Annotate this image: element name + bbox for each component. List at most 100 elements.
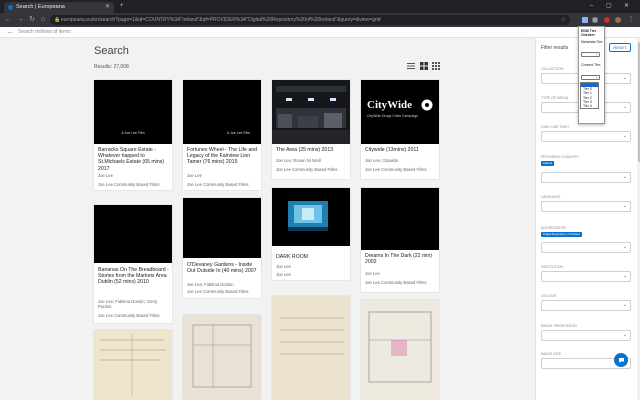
card-title[interactable]: Dreams In The Dark (22 min) 2002 (365, 253, 436, 265)
filter-rights-label: CAN I USE THIS? (541, 125, 570, 129)
filter-country-chip[interactable]: Ireland (541, 161, 555, 166)
browser-tab-bar: Search | Europeana ✕ + – ▢ ✕ (0, 0, 640, 13)
search-input[interactable]: Search millions of items (18, 27, 71, 38)
card-thumbnail[interactable] (272, 80, 350, 144)
chevron-down-icon: ⌄ (595, 52, 598, 56)
metadata-tier-select[interactable]: ⌄ (581, 52, 600, 57)
filter-institution-label: INSTITUTION (541, 265, 563, 269)
filter-institution-select[interactable]: ⌄ (541, 271, 631, 282)
card-title[interactable]: Citywide (13mins) 2011 (365, 147, 436, 153)
result-card[interactable] (183, 315, 261, 400)
card-creator: Joe Lee; Citywide (365, 158, 399, 163)
card-provider: Joe Lee Community Based Films (98, 313, 160, 318)
reset-button[interactable]: RESET (609, 43, 631, 52)
card-title[interactable]: Bananas On The Breadboard - Stories from… (98, 267, 169, 286)
maximize-icon[interactable]: ▢ (606, 0, 612, 13)
card-creator: Joe Lee (276, 264, 291, 269)
card-creator: Joe Lee (365, 271, 380, 276)
chevron-down-icon: ⌄ (622, 244, 627, 250)
extension-icon[interactable] (582, 17, 588, 23)
chat-button[interactable] (614, 353, 628, 367)
filter-country-label: PROVIDING COUNTRY (541, 155, 579, 159)
minimize-icon[interactable]: – (590, 0, 593, 13)
filter-country-select[interactable]: ⌄ (541, 172, 631, 183)
filter-language-label: LANGUAGE (541, 195, 561, 199)
citywide-logo-icon (421, 99, 433, 111)
filter-aggregator-select[interactable]: ⌄ (541, 242, 631, 253)
tier-option[interactable]: Tier 4 (581, 104, 598, 108)
result-card[interactable]: A Joe Lee Film Fortunes Wheel - The Life… (183, 80, 261, 190)
filter-colour-select[interactable]: ⌄ (541, 300, 631, 311)
card-title[interactable]: Fortunes Wheel - The Life and Legacy of … (187, 147, 258, 166)
forward-icon[interactable]: → (15, 15, 25, 25)
popup-title: EDM Tier Checker (581, 29, 597, 38)
filter-language-select[interactable]: ⌄ (541, 201, 631, 212)
card-title[interactable]: O'Devaney Gardens - Inside Out Outside I… (187, 262, 258, 274)
browser-tab[interactable]: Search | Europeana ✕ (4, 2, 114, 13)
card-creator: Joe Lee; Fidelma Donlon; Gerry Purdon (98, 299, 158, 309)
result-card[interactable]: Bananas On The Breadboard - Stories from… (94, 205, 172, 323)
result-card[interactable] (94, 330, 172, 400)
filter-aggregator-label: AGGREGATOR (541, 226, 566, 230)
chevron-down-icon: ⌄ (595, 75, 598, 79)
result-card[interactable]: CityWide CityWide Drugs Crisis Campaign … (361, 80, 439, 179)
grid-view-icon[interactable] (420, 62, 428, 70)
extension-red-icon[interactable] (604, 17, 610, 23)
filter-orientation-label: IMAGE ORIENTATION (541, 324, 577, 328)
manuscript-image (94, 330, 172, 400)
new-tab-icon[interactable]: + (120, 0, 124, 13)
bookmark-star-icon[interactable]: ☆ (561, 15, 566, 25)
close-window-icon[interactable]: ✕ (624, 0, 629, 13)
result-card[interactable]: A Joe Lee Film Barracks Square Estate - … (94, 80, 172, 190)
card-title[interactable]: Barracks Square Estate - Whatever happed… (98, 147, 169, 172)
content-tier-select[interactable]: ⌄ (581, 75, 600, 80)
filter-type-label: TYPE OF MEDIA (541, 96, 569, 100)
card-provider: Joe Lee Community Based Films (187, 289, 249, 294)
chrome-menu-icon[interactable]: ⋮ (626, 15, 636, 25)
close-tab-icon[interactable]: ✕ (105, 2, 110, 13)
card-provider: Joe Lee (276, 272, 291, 277)
thumbnail-caption: A Joe Lee Film (227, 131, 251, 135)
address-bar[interactable]: 🔒 europeana.eu/en/search?page=1&qf=COUNT… (50, 15, 570, 25)
card-thumbnail[interactable] (361, 188, 439, 250)
card-thumbnail[interactable] (272, 188, 350, 246)
reload-icon[interactable]: ↻ (27, 15, 37, 25)
card-thumbnail[interactable]: A Joe Lee Film (183, 80, 261, 144)
manuscript-image (272, 296, 350, 400)
result-card[interactable]: DARK ROOM Joe Lee Joe Lee (272, 188, 350, 280)
extension-puzzle-icon[interactable] (592, 17, 598, 23)
mosaic-view-icon[interactable] (432, 62, 440, 70)
card-provider: Joe Lee Community Based Films (365, 280, 427, 285)
manuscript-image (183, 315, 261, 400)
dark-room-image (272, 188, 350, 246)
card-thumbnail[interactable]: CityWide CityWide Drugs Crisis Campaign (361, 80, 439, 144)
list-view-icon[interactable] (407, 62, 415, 70)
card-thumbnail[interactable] (94, 205, 172, 263)
europeana-favicon-icon (8, 5, 13, 10)
card-title[interactable]: DARK ROOM (276, 254, 347, 260)
card-thumbnail[interactable]: A Joe Lee Film (94, 80, 172, 144)
card-provider: Joe Lee Community Based Films (276, 167, 338, 172)
result-card[interactable] (361, 300, 439, 400)
result-card[interactable]: Dreams In The Dark (22 min) 2002 Joe Lee… (361, 188, 439, 292)
back-arrow-icon[interactable]: ← (7, 27, 14, 38)
chevron-down-icon: ⌄ (622, 332, 627, 338)
lock-icon: 🔒 (54, 17, 61, 23)
filter-title: Filter results (541, 45, 569, 51)
result-card[interactable]: O'Devaney Gardens - Inside Out Outside I… (183, 198, 261, 298)
browser-toolbar: ← → ↻ ⌂ 🔒 europeana.eu/en/search?page=1&… (0, 13, 640, 27)
result-card[interactable]: The Area (25 mins) 2013 Joe Lee; Ronan N… (272, 80, 350, 179)
filter-aggregator-chip[interactable]: Digital Repository of Ireland (541, 232, 582, 237)
card-title[interactable]: The Area (25 mins) 2013 (276, 147, 347, 153)
card-thumbnail[interactable] (183, 198, 261, 258)
chevron-down-icon: ⌄ (622, 104, 627, 110)
filter-rights-select[interactable]: ⌄ (541, 131, 631, 142)
home-icon[interactable]: ⌂ (38, 15, 48, 25)
profile-avatar-icon[interactable] (615, 17, 621, 23)
citywide-logo: CityWide (367, 99, 413, 111)
tab-title: Search | Europeana (16, 4, 65, 10)
filter-orientation-select[interactable]: ⌄ (541, 330, 631, 341)
result-card[interactable] (272, 296, 350, 400)
filter-collection-label: COLLECTION (541, 67, 564, 71)
back-icon[interactable]: ← (3, 15, 13, 25)
